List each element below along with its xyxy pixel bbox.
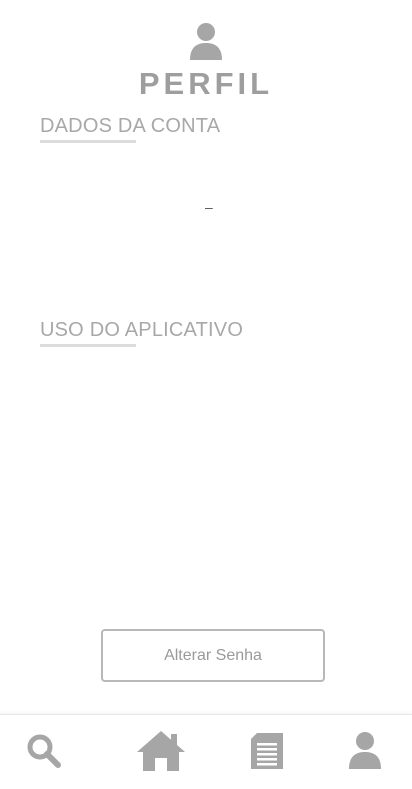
tab-documents[interactable]: [248, 727, 286, 775]
change-password-button[interactable]: Alterar Senha: [101, 629, 325, 682]
tab-search[interactable]: [22, 727, 66, 775]
account-section-underline: [40, 140, 136, 143]
usage-section-title: USO DO APLICATIVO: [40, 319, 244, 341]
tab-profile[interactable]: [344, 727, 386, 775]
profile-header: PERFIL: [0, 0, 412, 101]
user-icon: [190, 23, 222, 60]
page-title: PERFIL: [138, 66, 274, 101]
usage-section-underline: [40, 344, 136, 347]
home-icon: [137, 731, 185, 771]
account-data-placeholder: –: [205, 199, 213, 215]
account-section-title: DADOS DA CONTA: [40, 115, 221, 137]
tab-home[interactable]: [134, 727, 188, 775]
user-icon: [349, 732, 381, 769]
bottom-tab-bar: [0, 714, 412, 789]
document-icon: [251, 733, 283, 769]
search-icon: [27, 734, 61, 768]
